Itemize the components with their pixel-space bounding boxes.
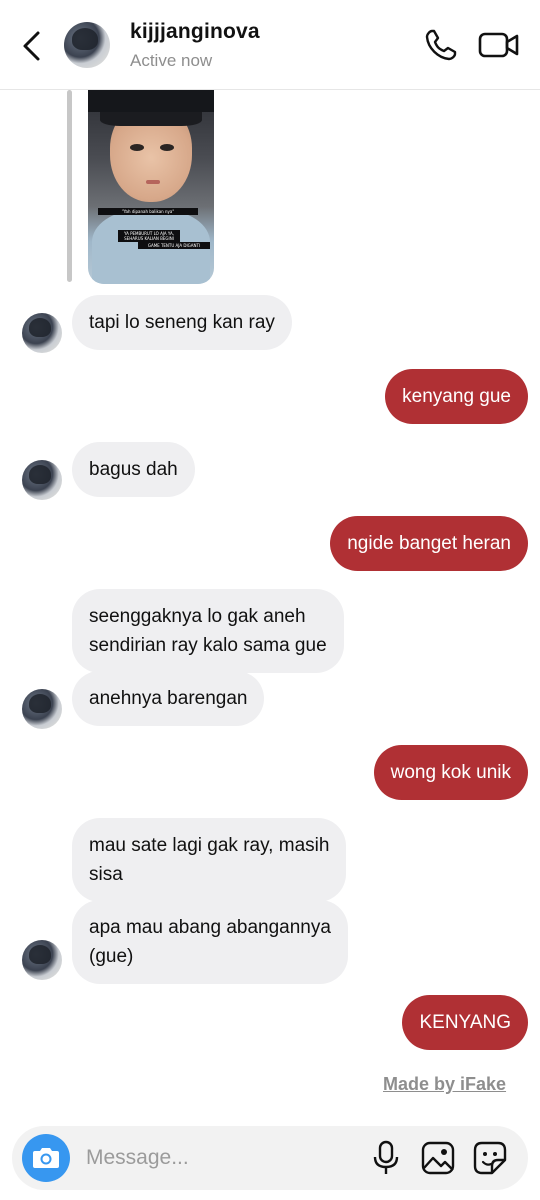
outgoing-message[interactable]: wong kok unik xyxy=(373,745,528,800)
shared-photo[interactable]: "Yah dipanah balikan nya" YA PEMBURUT LO… xyxy=(88,90,214,284)
photo-caption: YA PEMBURUT LO AJA YA, SEHARUS KALIAN BE… xyxy=(118,230,180,242)
sticker-icon[interactable] xyxy=(472,1140,508,1176)
microphone-icon[interactable] xyxy=(370,1140,402,1176)
message-input[interactable] xyxy=(86,1140,356,1176)
phone-icon[interactable] xyxy=(424,28,458,62)
incoming-message[interactable]: bagus dah xyxy=(72,442,195,497)
contact-avatar[interactable] xyxy=(64,22,110,68)
reply-indicator-bar xyxy=(67,90,72,282)
incoming-message[interactable]: seenggaknya lo gak aneh sendirian ray ka… xyxy=(72,589,344,673)
incoming-message[interactable]: mau sate lagi gak ray, masih sisa xyxy=(72,818,347,902)
sender-avatar[interactable] xyxy=(22,689,62,729)
contact-username[interactable]: kijjjanginova xyxy=(130,20,260,44)
incoming-message[interactable]: tapi lo seneng kan ray xyxy=(72,295,292,350)
photo-caption: "Yah dipanah balikan nya" xyxy=(98,208,198,215)
outgoing-message[interactable]: KENYANG xyxy=(402,995,528,1050)
sender-avatar[interactable] xyxy=(22,460,62,500)
image-icon[interactable] xyxy=(420,1140,456,1176)
incoming-message[interactable]: anehnya barengan xyxy=(72,671,265,726)
camera-icon xyxy=(33,1148,59,1168)
sender-avatar[interactable] xyxy=(22,313,62,353)
video-camera-icon[interactable] xyxy=(478,30,520,60)
contact-status: Active now xyxy=(130,51,213,70)
outgoing-message[interactable]: ngide banget heran xyxy=(330,516,528,571)
photo-caption: GAME TENTU AJA DIGANTI xyxy=(138,242,210,249)
chevron-left-icon[interactable] xyxy=(16,28,48,64)
watermark: Made by iFake xyxy=(383,1074,507,1094)
message-composer xyxy=(12,1126,528,1190)
camera-button[interactable] xyxy=(22,1134,70,1182)
outgoing-message[interactable]: kenyang gue xyxy=(385,369,528,424)
incoming-message[interactable]: apa mau abang abangannya (gue) xyxy=(72,900,348,984)
chat-header: kijjjanginova Active now xyxy=(0,0,540,90)
sender-avatar[interactable] xyxy=(22,940,62,980)
